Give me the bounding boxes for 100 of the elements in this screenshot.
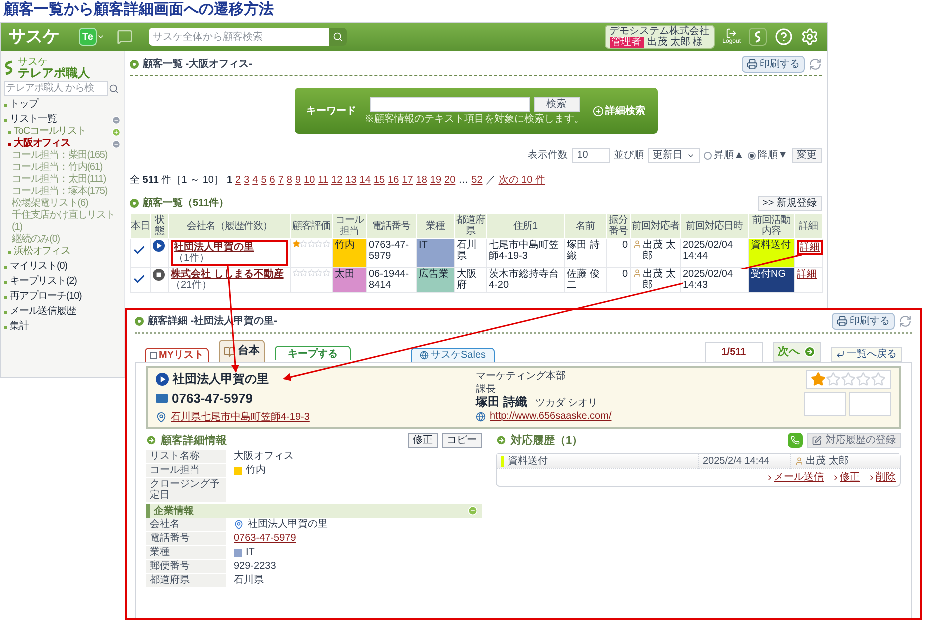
map-pin-icon[interactable] xyxy=(234,520,244,530)
sidebar-item[interactable]: リスト一覧 xyxy=(10,114,109,126)
address-link[interactable]: 石川県七尾市中島町笠師4-19-3 xyxy=(171,410,310,424)
check-icon xyxy=(133,273,146,286)
website-link[interactable]: http://www.656saaske.com/ xyxy=(490,410,612,423)
sidebar-search-field[interactable]: テレアポ職人 から検 xyxy=(4,81,108,96)
keyword-field[interactable] xyxy=(370,97,530,112)
refresh-icon[interactable] xyxy=(899,315,912,328)
phone-link[interactable]: 0763-47-5979 xyxy=(234,533,296,544)
keep-tab[interactable]: キープする xyxy=(275,346,351,360)
print-button[interactable]: 印刷する xyxy=(742,56,805,73)
page-link[interactable]: 8 xyxy=(286,173,292,188)
radio-button[interactable] xyxy=(748,152,756,160)
mylist-tab[interactable]: MYリスト xyxy=(145,348,209,362)
back-to-list-button[interactable]: 一覧へ戻る xyxy=(831,347,902,362)
sidebar-item[interactable]: ToCコールリスト xyxy=(14,126,109,138)
refresh-icon[interactable] xyxy=(809,58,822,71)
field-value: IT xyxy=(246,547,255,558)
section-bullet-icon xyxy=(130,199,139,208)
company-name: デモシステム株式会社 xyxy=(610,26,710,37)
search-button[interactable]: 検索 xyxy=(534,97,580,112)
search-button[interactable] xyxy=(329,28,347,46)
settings-icon[interactable] xyxy=(801,28,819,46)
register-history-button[interactable]: 対応履歴の登録 xyxy=(807,433,901,448)
keyword-note: ※顧客情報のテキスト項目を対象に検索します。 xyxy=(364,114,584,125)
next-page-link[interactable]: 次の 10 件 xyxy=(498,173,546,188)
sidebar-item[interactable]: トップ xyxy=(10,99,121,111)
person-icon xyxy=(633,240,642,249)
page-link[interactable]: 15 xyxy=(374,173,386,188)
history-action-link[interactable]: 修正 xyxy=(840,470,860,485)
apply-button[interactable]: 変更 xyxy=(792,148,822,163)
column-header: 前回対応者 xyxy=(630,214,680,238)
page-link[interactable]: 4 xyxy=(252,173,258,188)
brand-name: テレアポ職人 xyxy=(18,68,90,79)
department: マーケティング本部 xyxy=(476,370,567,383)
page-link[interactable]: 10 xyxy=(304,173,316,188)
script-tab[interactable]: 台本 xyxy=(219,340,265,362)
radio-button[interactable] xyxy=(704,152,712,160)
sales-tab[interactable]: サスケSales xyxy=(411,348,496,362)
sidebar-item[interactable]: 大阪オフィス xyxy=(14,138,109,150)
page-link[interactable]: 2 xyxy=(236,173,242,188)
search-field[interactable]: サスケ全体から顧客検索 xyxy=(149,28,329,46)
section-bullet-icon xyxy=(130,60,139,69)
section-bullet-icon xyxy=(135,317,144,326)
sidebar-item[interactable]: 集計 xyxy=(10,321,121,333)
collapse-icon[interactable] xyxy=(468,506,478,516)
page-link[interactable]: 17 xyxy=(402,173,414,188)
new-entry-button[interactable]: >> 新規登録 xyxy=(758,196,822,211)
brand-kana: サスケ xyxy=(18,57,49,68)
history-action-link[interactable]: メール送信 xyxy=(774,470,824,485)
bullet-icon xyxy=(4,281,7,284)
collapse-icon[interactable] xyxy=(112,116,121,125)
page-link[interactable]: 6 xyxy=(270,173,276,188)
expand-icon[interactable] xyxy=(112,128,121,137)
page-link[interactable]: 52 xyxy=(472,173,483,188)
page-link[interactable]: 9 xyxy=(295,173,302,188)
page-link[interactable]: 1 xyxy=(226,173,233,188)
brand-logo-icon xyxy=(4,60,14,76)
company-link[interactable]: 社団法人甲賀の里 xyxy=(174,242,254,253)
sidebar-item[interactable]: メール送信履歴 xyxy=(10,306,121,318)
history-action-link[interactable]: 削除 xyxy=(876,470,896,485)
page-link[interactable]: 12 xyxy=(332,173,343,188)
page-link[interactable]: 20 xyxy=(444,173,456,188)
action-button[interactable]: 修正 xyxy=(408,433,438,448)
table-cell: IT xyxy=(416,238,454,268)
column-header: 前回活動内容 xyxy=(748,214,794,238)
table-cell: 太田 xyxy=(332,268,366,292)
chat-icon[interactable] xyxy=(117,29,133,45)
collapse-icon[interactable] xyxy=(112,140,121,149)
sort-select[interactable]: 更新日 xyxy=(648,148,700,163)
action-button[interactable]: コピー xyxy=(442,433,482,448)
page-link[interactable]: 11 xyxy=(318,173,329,188)
page-link[interactable]: 14 xyxy=(360,173,371,188)
bullet-icon xyxy=(8,143,11,146)
call-button[interactable] xyxy=(788,433,803,448)
page-link[interactable]: 13 xyxy=(346,173,357,188)
page-link[interactable]: 18 xyxy=(416,173,428,188)
position: 課長 xyxy=(476,383,497,396)
print-button[interactable]: 印刷する xyxy=(832,313,895,330)
contact-name: 塚田 詩織 xyxy=(476,396,528,409)
edit-icon xyxy=(812,436,822,446)
detail-link[interactable]: 詳細 xyxy=(797,240,823,255)
page-size-field[interactable]: 10 xyxy=(572,148,610,163)
s-logo-icon[interactable] xyxy=(749,28,767,46)
column-header: 住所1 xyxy=(486,214,564,238)
empty-slot xyxy=(804,392,846,416)
sidebar-item[interactable]: キープリスト(2) xyxy=(10,276,121,288)
sidebar-item[interactable]: 再アプローチ(10) xyxy=(10,291,121,303)
field-value: 竹内 xyxy=(246,465,266,476)
sidebar-item[interactable]: マイリスト(0) xyxy=(10,261,121,273)
page-link[interactable]: 7 xyxy=(278,173,284,188)
page-link[interactable]: 5 xyxy=(261,173,267,188)
list-heading: 顧客一覧（511件） xyxy=(143,196,230,211)
page-link[interactable]: 3 xyxy=(244,173,250,188)
page-link[interactable]: 19 xyxy=(430,173,442,188)
search-icon[interactable] xyxy=(109,84,119,94)
help-icon[interactable] xyxy=(775,28,793,46)
sidebar-item[interactable]: 浜松オフィス xyxy=(14,246,121,258)
page-link[interactable]: 16 xyxy=(388,173,400,188)
column-header: 前回対応日時 xyxy=(680,214,748,238)
